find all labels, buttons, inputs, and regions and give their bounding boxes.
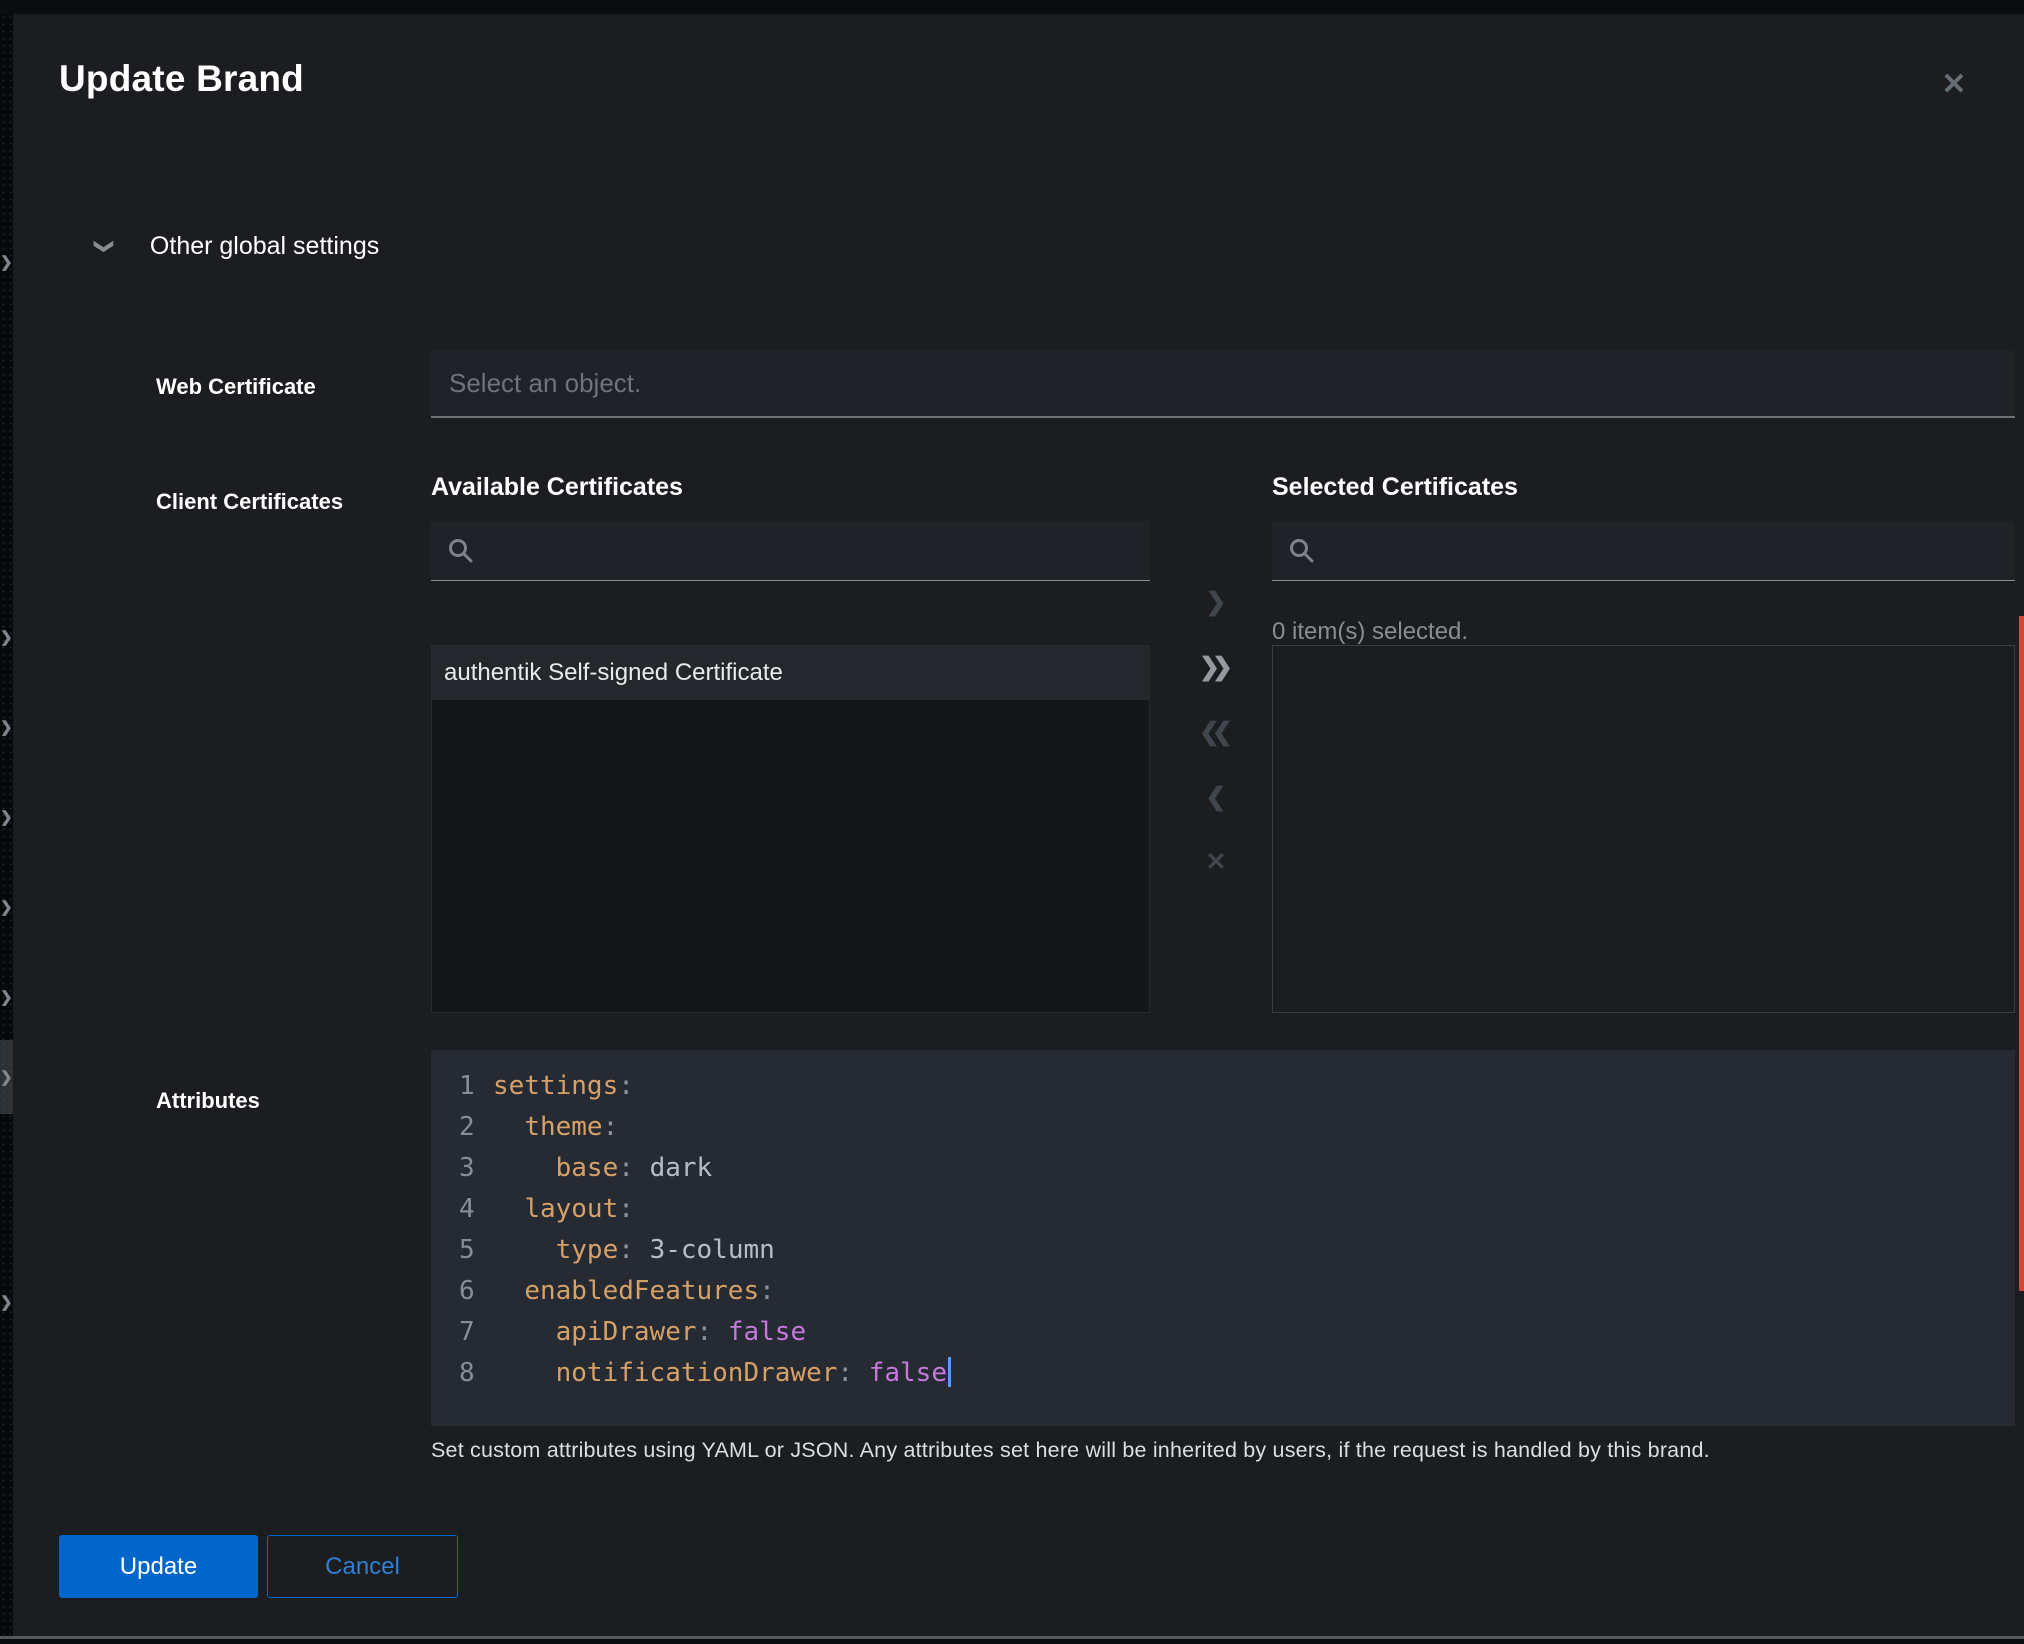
- chevron-right-icon: ❯: [1206, 590, 1227, 615]
- double-chevron-left-icon: ❮❮: [1199, 720, 1233, 745]
- attributes-label: Attributes: [156, 1088, 260, 1114]
- chevron-right-icon: ❯: [0, 990, 13, 1005]
- clear-icon: ✕: [1206, 850, 1227, 875]
- line-number: 5: [459, 1230, 493, 1271]
- section-toggle-other-global-settings[interactable]: ❯ Other global settings: [96, 232, 379, 261]
- line-number: 1: [459, 1066, 493, 1107]
- code-line: 2 theme:: [431, 1107, 2015, 1148]
- transfer-remove-all-button[interactable]: ❮❮: [1194, 710, 1238, 754]
- code-line: 8 notificationDrawer: false: [431, 1353, 2015, 1394]
- available-certificates-list: authentik Self-signed Certificate: [431, 645, 1150, 1013]
- available-certificates-search-input[interactable]: [431, 521, 1150, 580]
- attributes-help-text: Set custom attributes using YAML or JSON…: [431, 1438, 1991, 1463]
- dual-list-transfer-controls: ❯ ❯❯ ❮❮ ❮ ✕: [1194, 580, 1238, 884]
- selected-certificates-list: [1272, 645, 2015, 1013]
- code-line: 1settings:: [431, 1066, 2015, 1107]
- line-number: 7: [459, 1312, 493, 1353]
- modal-title: Update Brand: [59, 58, 304, 100]
- line-number: 2: [459, 1107, 493, 1148]
- chevron-right-icon: ❯: [0, 1295, 13, 1310]
- selected-certificates-search: [1272, 521, 2015, 581]
- transfer-clear-button[interactable]: ✕: [1194, 840, 1238, 884]
- code-line: 5 type: 3-column: [431, 1230, 2015, 1271]
- chevron-right-icon: ❯: [0, 810, 13, 825]
- update-button[interactable]: Update: [59, 1535, 258, 1598]
- list-item[interactable]: authentik Self-signed Certificate: [432, 646, 1149, 700]
- close-button[interactable]: ✕: [1930, 61, 1978, 109]
- page-top-edge: [0, 0, 2024, 14]
- chevron-right-icon: ❯: [0, 900, 13, 915]
- chevron-right-icon: ❯: [0, 630, 13, 645]
- code-line: 4 layout:: [431, 1189, 2015, 1230]
- selected-certificates-heading: Selected Certificates: [1272, 473, 1518, 502]
- client-certificates-label: Client Certificates: [156, 489, 343, 515]
- chevron-down-icon: ❯: [92, 239, 115, 255]
- cancel-button[interactable]: Cancel: [267, 1535, 458, 1598]
- background-sidebar-edge: ❯ ❯ ❯ ❯ ❯ ❯ ❯ ❯: [0, 14, 13, 1644]
- code-line: 7 apiDrawer: false: [431, 1312, 2015, 1353]
- section-title: Other global settings: [150, 232, 379, 261]
- available-certificates-heading: Available Certificates: [431, 473, 683, 502]
- chevron-right-icon: ❯: [0, 720, 13, 735]
- chevron-right-icon: ❯: [0, 1070, 13, 1085]
- transfer-add-button[interactable]: ❯: [1194, 580, 1238, 624]
- selected-count-status: 0 item(s) selected.: [1272, 618, 1468, 646]
- update-brand-modal: Update Brand ✕ ❯ Other global settings W…: [13, 14, 2024, 1636]
- line-number: 6: [459, 1271, 493, 1312]
- code-line: 3 base: dark: [431, 1148, 2015, 1189]
- line-number: 8: [459, 1353, 493, 1394]
- alert-edge-strip: [2019, 616, 2024, 1291]
- line-number: 3: [459, 1148, 493, 1189]
- chevron-right-icon: ❯: [0, 255, 13, 270]
- code-line: 6 enabledFeatures:: [431, 1271, 2015, 1312]
- transfer-remove-button[interactable]: ❮: [1194, 775, 1238, 819]
- line-number: 4: [459, 1189, 493, 1230]
- attributes-code-editor[interactable]: 1settings:2 theme:3 base: dark4 layout:5…: [431, 1050, 2015, 1426]
- web-certificate-select[interactable]: [431, 351, 2015, 418]
- transfer-add-all-button[interactable]: ❯❯: [1194, 645, 1238, 689]
- available-certificates-search: [431, 521, 1150, 581]
- double-chevron-right-icon: ❯❯: [1199, 655, 1233, 680]
- text-cursor: [948, 1357, 951, 1387]
- page-bottom-dark-edge: [0, 1639, 2024, 1644]
- close-icon: ✕: [1941, 70, 1966, 100]
- selected-certificates-search-input[interactable]: [1272, 521, 2015, 580]
- chevron-left-icon: ❮: [1206, 785, 1227, 810]
- web-certificate-label: Web Certificate: [156, 374, 316, 400]
